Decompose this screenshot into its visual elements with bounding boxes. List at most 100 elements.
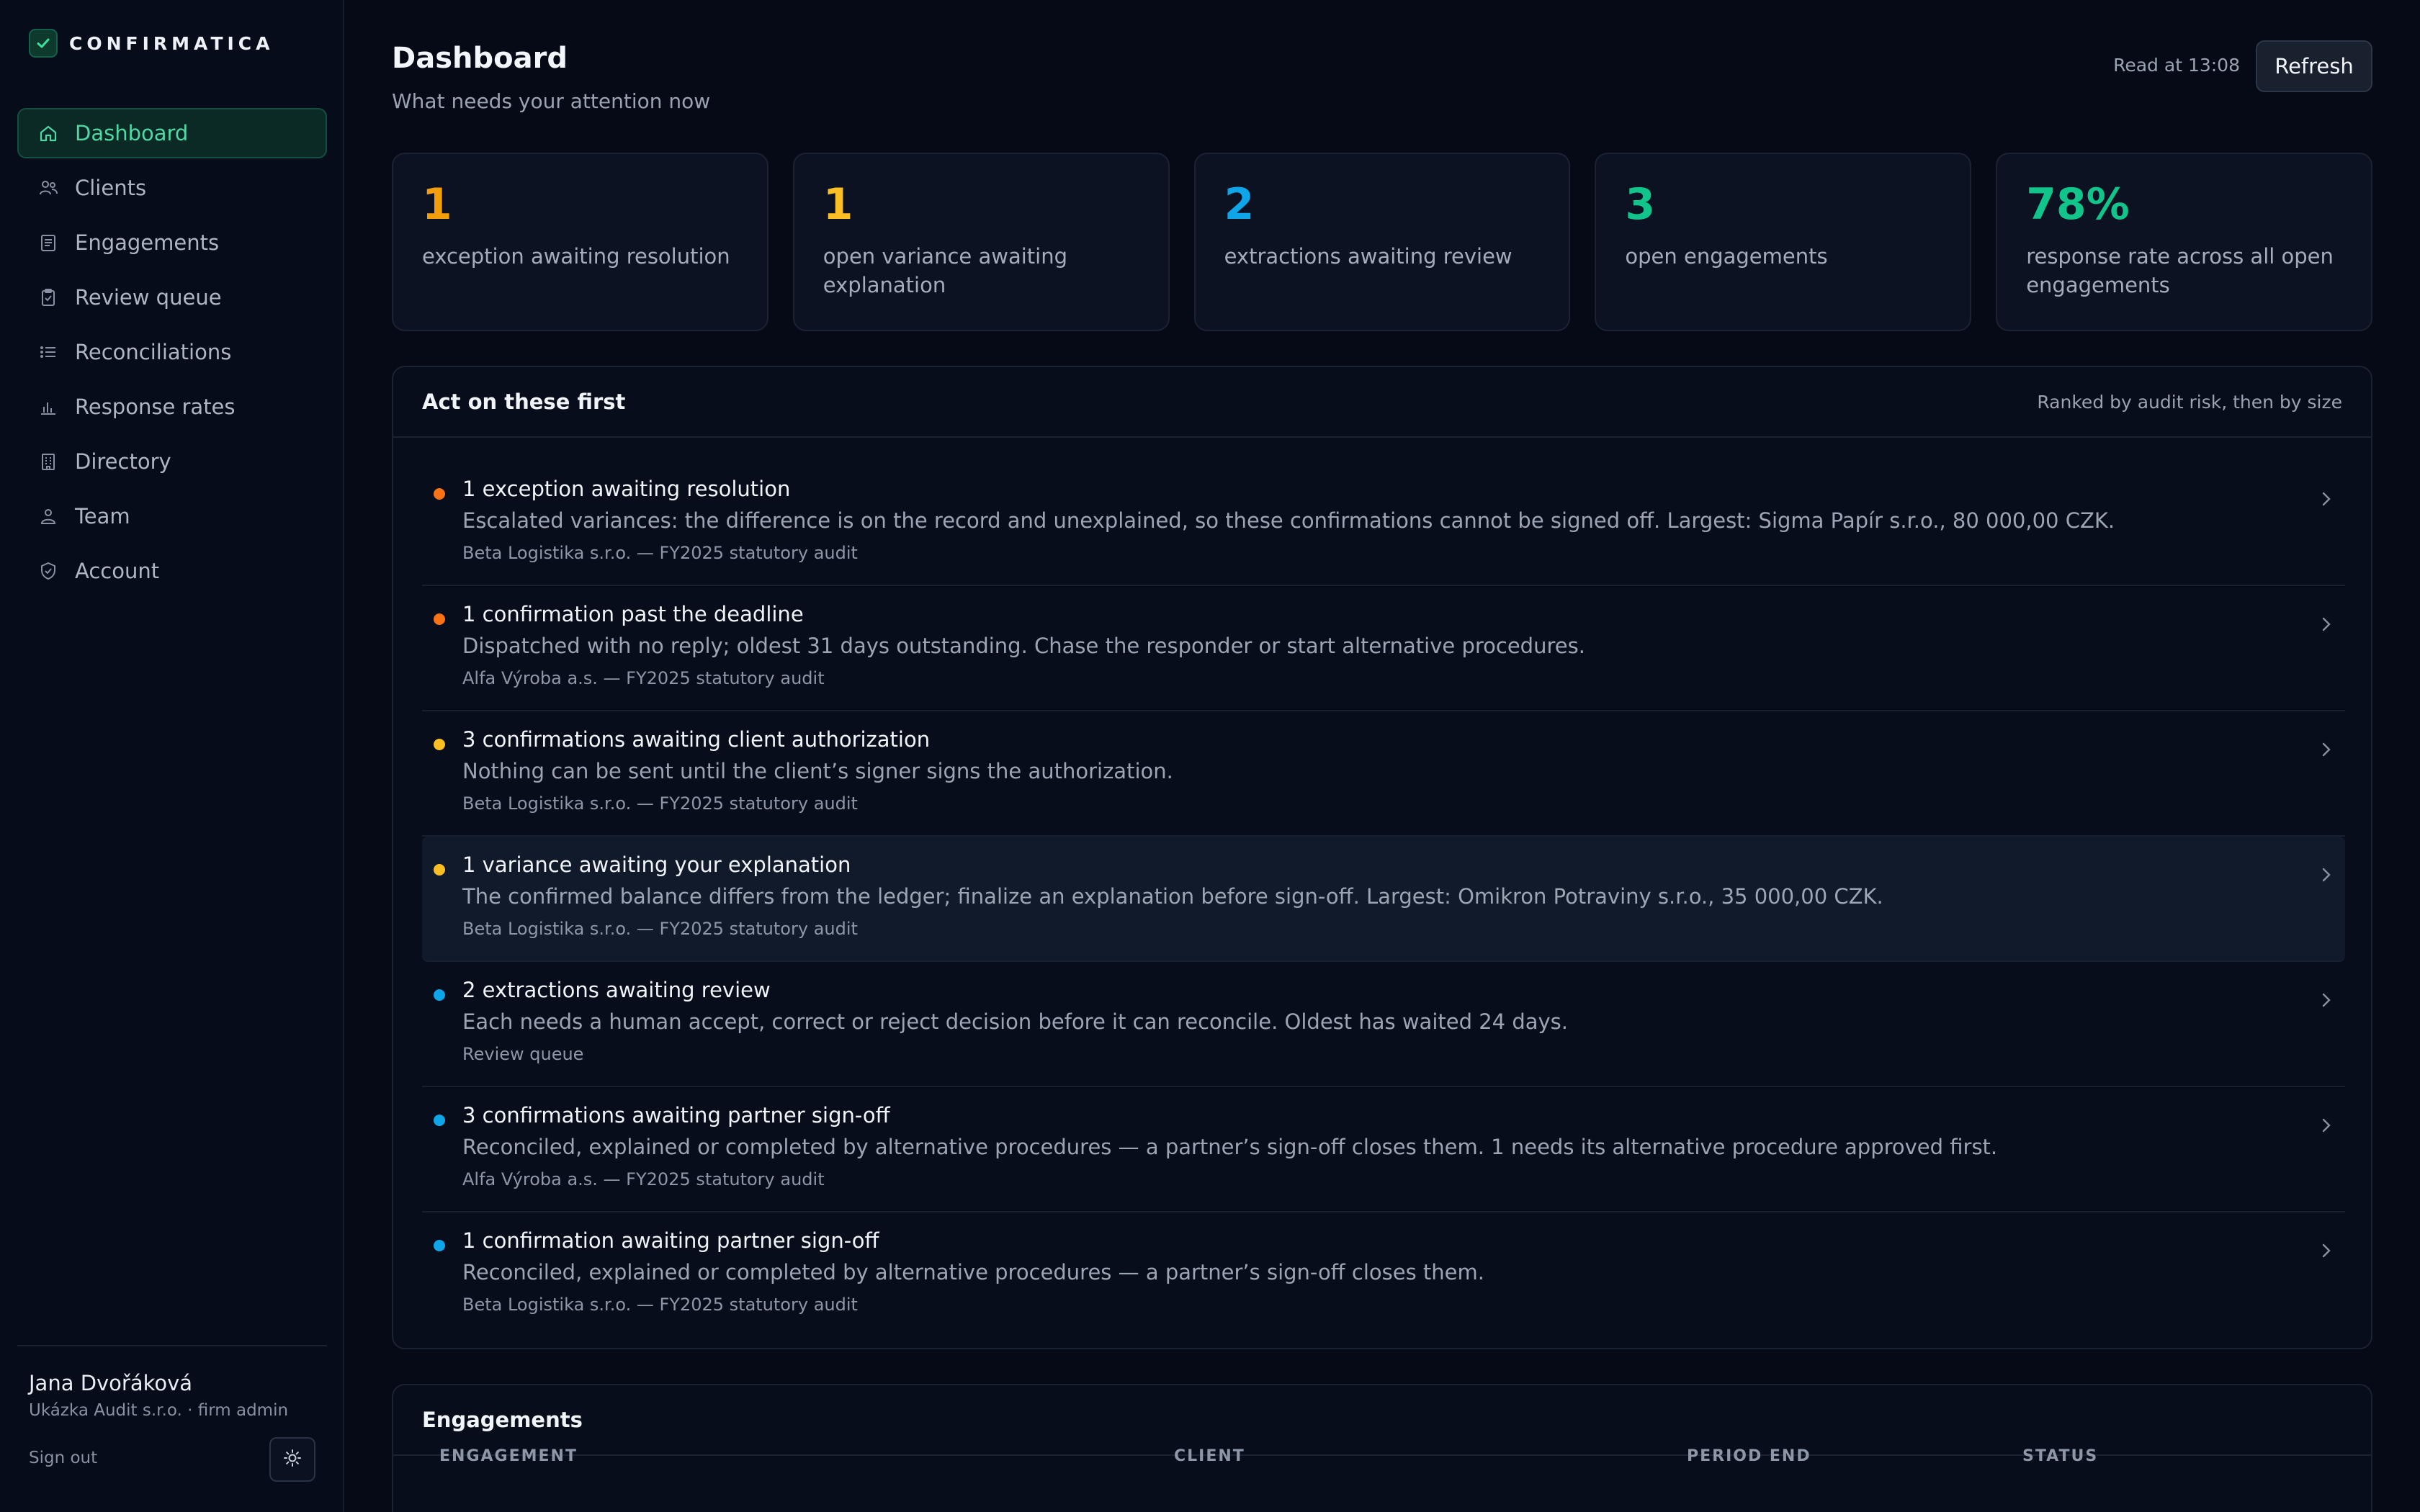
action-title: 1 exception awaiting resolution — [462, 477, 791, 501]
action-meta: Review queue — [462, 1044, 584, 1064]
sun-icon — [283, 1449, 302, 1470]
stat-label: open variance awaiting explanation — [823, 244, 1067, 297]
action-title: 1 confirmation past the deadline — [462, 602, 804, 626]
stat-card-engagements[interactable]: 3 open engagements — [1595, 153, 1972, 331]
stat-label: response rate across all open engagement… — [2026, 244, 2334, 297]
shield-check-icon — [37, 560, 59, 582]
clipboard-check-icon — [37, 287, 59, 308]
home-icon — [37, 122, 59, 144]
action-title: 1 confirmation awaiting partner sign-off — [462, 1228, 879, 1253]
action-title: 1 variance awaiting your explanation — [462, 852, 851, 877]
sidebar-item-clients[interactable]: Clients — [17, 163, 327, 213]
stat-label: extractions awaiting review — [1224, 244, 1512, 269]
action-meta: Beta Logistika s.r.o. — FY2025 statutory… — [462, 919, 858, 939]
action-item[interactable]: 1 variance awaiting your explanation The… — [422, 837, 2345, 962]
theme-toggle-button[interactable] — [269, 1437, 315, 1482]
panel-note: Ranked by audit risk, then by size — [2037, 391, 2342, 413]
action-item[interactable]: 1 confirmation awaiting partner sign-off… — [422, 1212, 2345, 1338]
priority-dot — [434, 989, 445, 1001]
action-title: 2 extractions awaiting review — [462, 978, 771, 1002]
users-icon — [37, 177, 59, 199]
read-at-timestamp: Read at 13:08 — [2113, 55, 2240, 76]
refresh-button[interactable]: Refresh — [2256, 40, 2372, 92]
chevron-right-icon — [2322, 1118, 2331, 1133]
sidebar-item-label: Account — [75, 559, 160, 583]
stat-value: 2 — [1224, 179, 1255, 230]
stat-card-extractions[interactable]: 2 extractions awaiting review — [1193, 153, 1571, 331]
sidebar-item-team[interactable]: Team — [17, 491, 327, 541]
action-list: 1 exception awaiting resolution Escalate… — [422, 461, 2345, 1338]
action-description: Reconciled, explained or completed by al… — [462, 1135, 1998, 1159]
stat-label: open engagements — [1625, 244, 1828, 269]
action-item[interactable]: 1 confirmation past the deadline Dispatc… — [422, 586, 2345, 711]
chevron-right-icon — [2322, 868, 2331, 882]
action-description: The confirmed balance differs from the l… — [462, 884, 1883, 909]
action-description: Escalated variances: the difference is o… — [462, 508, 2115, 533]
user-name: Jana Dvořáková — [29, 1371, 193, 1395]
user-role: Ukázka Audit s.r.o. · firm admin — [29, 1401, 289, 1420]
sidebar-item-label: Reconciliations — [75, 340, 232, 364]
column-header-engagement[interactable]: ENGAGEMENT — [439, 1447, 578, 1465]
action-description: Reconciled, explained or completed by al… — [462, 1260, 1484, 1284]
stats-row: 1 exception awaiting resolution 1 open v… — [392, 153, 2372, 331]
sidebar-item-label: Review queue — [75, 285, 222, 310]
chevron-right-icon — [2322, 1243, 2331, 1258]
page-title: Dashboard — [392, 42, 568, 75]
sidebar: CONFIRMATICA Dashboard Clients Engagemen… — [0, 0, 344, 1512]
engagements-panel: Engagements ENGAGEMENT CLIENT PERIOD END… — [392, 1384, 2372, 1512]
bar-chart-icon — [37, 396, 59, 418]
sidebar-item-dashboard[interactable]: Dashboard — [17, 108, 327, 158]
sidebar-item-label: Clients — [75, 176, 147, 200]
brand[interactable]: CONFIRMATICA — [29, 29, 274, 58]
sidebar-item-response-rates[interactable]: Response rates — [17, 382, 327, 432]
sidebar-item-review-queue[interactable]: Review queue — [17, 272, 327, 323]
chevron-right-icon — [2322, 492, 2331, 506]
action-item[interactable]: 3 confirmations awaiting partner sign-of… — [422, 1087, 2345, 1212]
column-header-client[interactable]: CLIENT — [1174, 1447, 1245, 1465]
priority-dot — [434, 613, 445, 625]
document-icon — [37, 232, 59, 253]
stat-card-exceptions[interactable]: 1 exception awaiting resolution — [392, 153, 768, 331]
column-header-status[interactable]: STATUS — [2022, 1447, 2098, 1465]
stat-value: 1 — [422, 179, 452, 230]
chevron-right-icon — [2322, 993, 2331, 1007]
sidebar-item-account[interactable]: Account — [17, 546, 327, 596]
priority-dot — [434, 739, 445, 750]
sidebar-item-directory[interactable]: Directory — [17, 436, 327, 487]
column-header-period-end[interactable]: PERIOD END — [1687, 1447, 1811, 1465]
sign-out-link[interactable]: Sign out — [29, 1449, 97, 1467]
stat-value: 3 — [1625, 179, 1656, 230]
panel-header: Act on these first Ranked by audit risk,… — [393, 367, 2371, 438]
sidebar-item-engagements[interactable]: Engagements — [17, 217, 327, 268]
action-meta: Alfa Výroba a.s. — FY2025 statutory audi… — [462, 1169, 825, 1189]
action-meta: Beta Logistika s.r.o. — FY2025 statutory… — [462, 793, 858, 814]
action-meta: Beta Logistika s.r.o. — FY2025 statutory… — [462, 543, 858, 563]
sidebar-divider — [17, 1345, 327, 1346]
sidebar-item-label: Response rates — [75, 395, 236, 419]
chevron-right-icon — [2322, 742, 2331, 757]
action-item[interactable]: 3 confirmations awaiting client authoriz… — [422, 711, 2345, 837]
chevron-right-icon — [2322, 617, 2331, 631]
priority-dot — [434, 488, 445, 500]
priority-dot — [434, 1240, 445, 1251]
sidebar-item-reconciliations[interactable]: Reconciliations — [17, 327, 327, 377]
action-description: Dispatched with no reply; oldest 31 days… — [462, 634, 1585, 658]
stat-card-response-rate[interactable]: 78% response rate across all open engage… — [1996, 153, 2372, 331]
page-subtitle: What needs your attention now — [392, 89, 711, 113]
stat-card-variances[interactable]: 1 open variance awaiting explanation — [792, 153, 1170, 331]
stat-value: 78% — [2026, 179, 2130, 230]
action-item[interactable]: 2 extractions awaiting review Each needs… — [422, 962, 2345, 1087]
panel-title: Engagements — [422, 1408, 583, 1432]
action-title: 3 confirmations awaiting client authoriz… — [462, 727, 931, 752]
action-description: Nothing can be sent until the client’s s… — [462, 759, 1173, 783]
brand-name: CONFIRMATICA — [69, 32, 274, 54]
panel-title: Act on these first — [422, 390, 626, 414]
sidebar-item-label: Engagements — [75, 230, 220, 255]
check-logo-icon — [29, 29, 58, 58]
action-item[interactable]: 1 exception awaiting resolution Escalate… — [422, 461, 2345, 586]
building-icon — [37, 451, 59, 472]
list-icon — [37, 341, 59, 363]
priority-dot — [434, 864, 445, 876]
sidebar-item-label: Team — [75, 504, 130, 528]
action-description: Each needs a human accept, correct or re… — [462, 1009, 1569, 1034]
